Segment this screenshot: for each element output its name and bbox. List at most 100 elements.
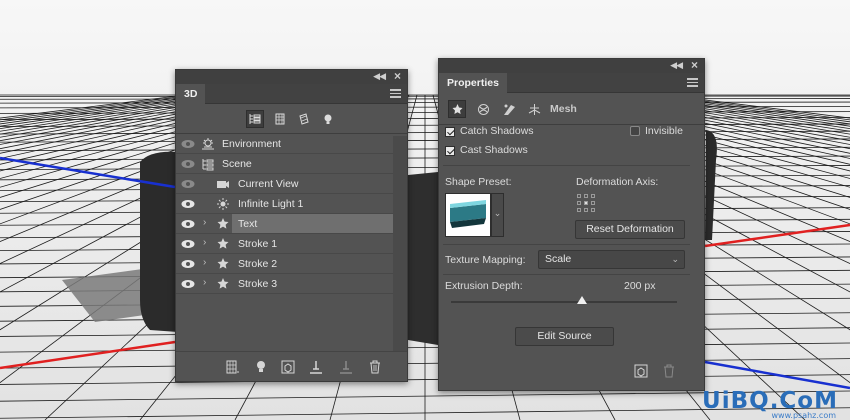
tab-bar: 3D <box>176 84 407 104</box>
section-divider <box>443 244 690 245</box>
coordinates-tab-icon[interactable] <box>525 100 543 118</box>
mesh-icon <box>216 217 230 231</box>
cap-tab-icon[interactable] <box>500 100 518 118</box>
layer-name: Text <box>238 218 258 230</box>
layer-name: Environment <box>222 138 281 150</box>
invisible-label: Invisible <box>645 125 683 137</box>
collapse-icon[interactable]: ◀◀ <box>373 71 386 82</box>
tab-3d[interactable]: 3D <box>176 84 206 104</box>
render-icon[interactable] <box>280 359 296 375</box>
scene-icon <box>201 157 215 171</box>
extrusion-depth-label: Extrusion Depth: <box>445 280 523 292</box>
properties-panel: ◀◀ × Properties Mesh Catch Shadows Invis… <box>438 58 705 391</box>
infinite-light-icon <box>216 197 230 211</box>
mesh-filter-icon[interactable] <box>271 110 289 128</box>
layer-list-scrollbar[interactable] <box>393 136 407 352</box>
layer-name: Stroke 3 <box>238 278 278 290</box>
layer-name: Infinite Light 1 <box>238 198 304 210</box>
catch-shadows-label: Catch Shadows <box>460 125 534 137</box>
shape-preset-dropdown[interactable]: ⌄ <box>491 193 504 237</box>
panel-menu-icon[interactable] <box>390 89 401 100</box>
cast-shadows-label: Cast Shadows <box>460 144 528 156</box>
section-divider <box>443 274 690 275</box>
chevron-right-icon[interactable]: › <box>203 237 206 248</box>
camera-view-icon[interactable] <box>338 359 354 375</box>
eye-icon[interactable] <box>181 279 195 289</box>
eye-icon[interactable] <box>181 199 195 209</box>
extrusion-depth-value[interactable]: 200 px <box>624 280 656 292</box>
section-divider <box>443 165 690 166</box>
viewport-canvas[interactable] <box>0 0 850 420</box>
mesh-icon <box>216 257 230 271</box>
layer-row[interactable]: Scene <box>176 154 393 174</box>
layer-name: Stroke 1 <box>238 238 278 250</box>
extrusion-depth-slider[interactable] <box>451 301 677 303</box>
panel-title-strip[interactable]: ◀◀ × <box>439 58 704 73</box>
layer-name: Current View <box>238 178 299 190</box>
layer-row[interactable]: Environment <box>176 134 393 154</box>
tab-bar: Properties <box>439 73 704 93</box>
catch-shadows-checkbox[interactable] <box>445 127 455 137</box>
watermark-url: www.psahz.com <box>771 411 836 420</box>
layer-row[interactable]: Current View <box>176 174 393 194</box>
eye-icon[interactable] <box>181 239 195 249</box>
render-icon[interactable] <box>633 363 649 379</box>
eye-icon[interactable] <box>181 179 195 189</box>
properties-tab-icons: Mesh <box>439 93 704 125</box>
shape-preset-thumbnail[interactable] <box>445 193 491 237</box>
deformation-axis-label: Deformation Axis: <box>576 176 659 188</box>
layer-row[interactable]: › Text <box>176 214 393 234</box>
3d-viewport[interactable] <box>0 0 850 420</box>
scene-filter-icon[interactable] <box>246 110 264 128</box>
deform-tab-icon[interactable] <box>474 100 492 118</box>
mesh-icon <box>216 277 230 291</box>
new-light-icon[interactable] <box>253 359 269 375</box>
layer-name: Scene <box>222 158 252 170</box>
eye-icon[interactable] <box>181 259 195 269</box>
texture-mapping-select[interactable]: Scale ⌄ <box>538 250 685 269</box>
collapse-icon[interactable]: ◀◀ <box>670 60 683 71</box>
cast-shadows-checkbox[interactable] <box>445 146 455 156</box>
ground-icon[interactable] <box>308 359 324 375</box>
eye-icon[interactable] <box>181 159 195 169</box>
chevron-right-icon[interactable]: › <box>203 217 206 228</box>
trash-icon[interactable] <box>661 363 677 379</box>
eye-icon[interactable] <box>181 219 195 229</box>
mesh-tab-icon[interactable] <box>448 100 466 118</box>
extrusion-depth-slider-thumb[interactable] <box>577 296 588 304</box>
eye-icon[interactable] <box>181 139 195 149</box>
camera-icon <box>216 177 230 191</box>
layer-name: Stroke 2 <box>238 258 278 270</box>
material-filter-icon[interactable] <box>295 110 313 128</box>
texture-mapping-value: Scale <box>545 253 572 265</box>
extrusion-preview-image <box>450 200 486 228</box>
layer-list: Environment Scene Current View Infinite Lig… <box>176 134 407 374</box>
filter-bar <box>176 104 407 134</box>
layer-row[interactable]: › Stroke 1 <box>176 234 393 254</box>
properties-section-label: Mesh <box>550 103 577 115</box>
panel-menu-icon[interactable] <box>687 78 698 89</box>
new-mesh-icon[interactable] <box>224 359 240 375</box>
close-icon[interactable]: × <box>394 69 401 83</box>
shape-preset-label: Shape Preset: <box>445 176 512 188</box>
mesh-icon <box>216 237 230 251</box>
trash-icon[interactable] <box>367 359 383 375</box>
chevron-right-icon[interactable]: › <box>203 277 206 288</box>
close-icon[interactable]: × <box>691 58 698 72</box>
tab-properties[interactable]: Properties <box>439 73 507 93</box>
layer-row[interactable]: › Stroke 3 <box>176 274 393 294</box>
deformation-axis-grid[interactable] <box>577 194 597 214</box>
3d-panel-bottom-bar <box>176 351 407 381</box>
3d-panel: ◀◀ × 3D Environment Scene Current View Infi… <box>175 69 408 382</box>
chevron-right-icon[interactable]: › <box>203 257 206 268</box>
invisible-checkbox[interactable] <box>630 126 640 136</box>
texture-mapping-label: Texture Mapping: <box>445 254 526 266</box>
layer-row[interactable]: Infinite Light 1 <box>176 194 393 214</box>
panel-title-strip[interactable]: ◀◀ × <box>176 69 407 84</box>
layer-row[interactable]: › Stroke 2 <box>176 254 393 274</box>
reset-deformation-button[interactable]: Reset Deformation <box>575 220 685 239</box>
light-filter-icon[interactable] <box>319 110 337 128</box>
environment-icon <box>201 137 215 151</box>
edit-source-button[interactable]: Edit Source <box>515 327 614 346</box>
chevron-down-icon: ⌄ <box>671 254 679 264</box>
